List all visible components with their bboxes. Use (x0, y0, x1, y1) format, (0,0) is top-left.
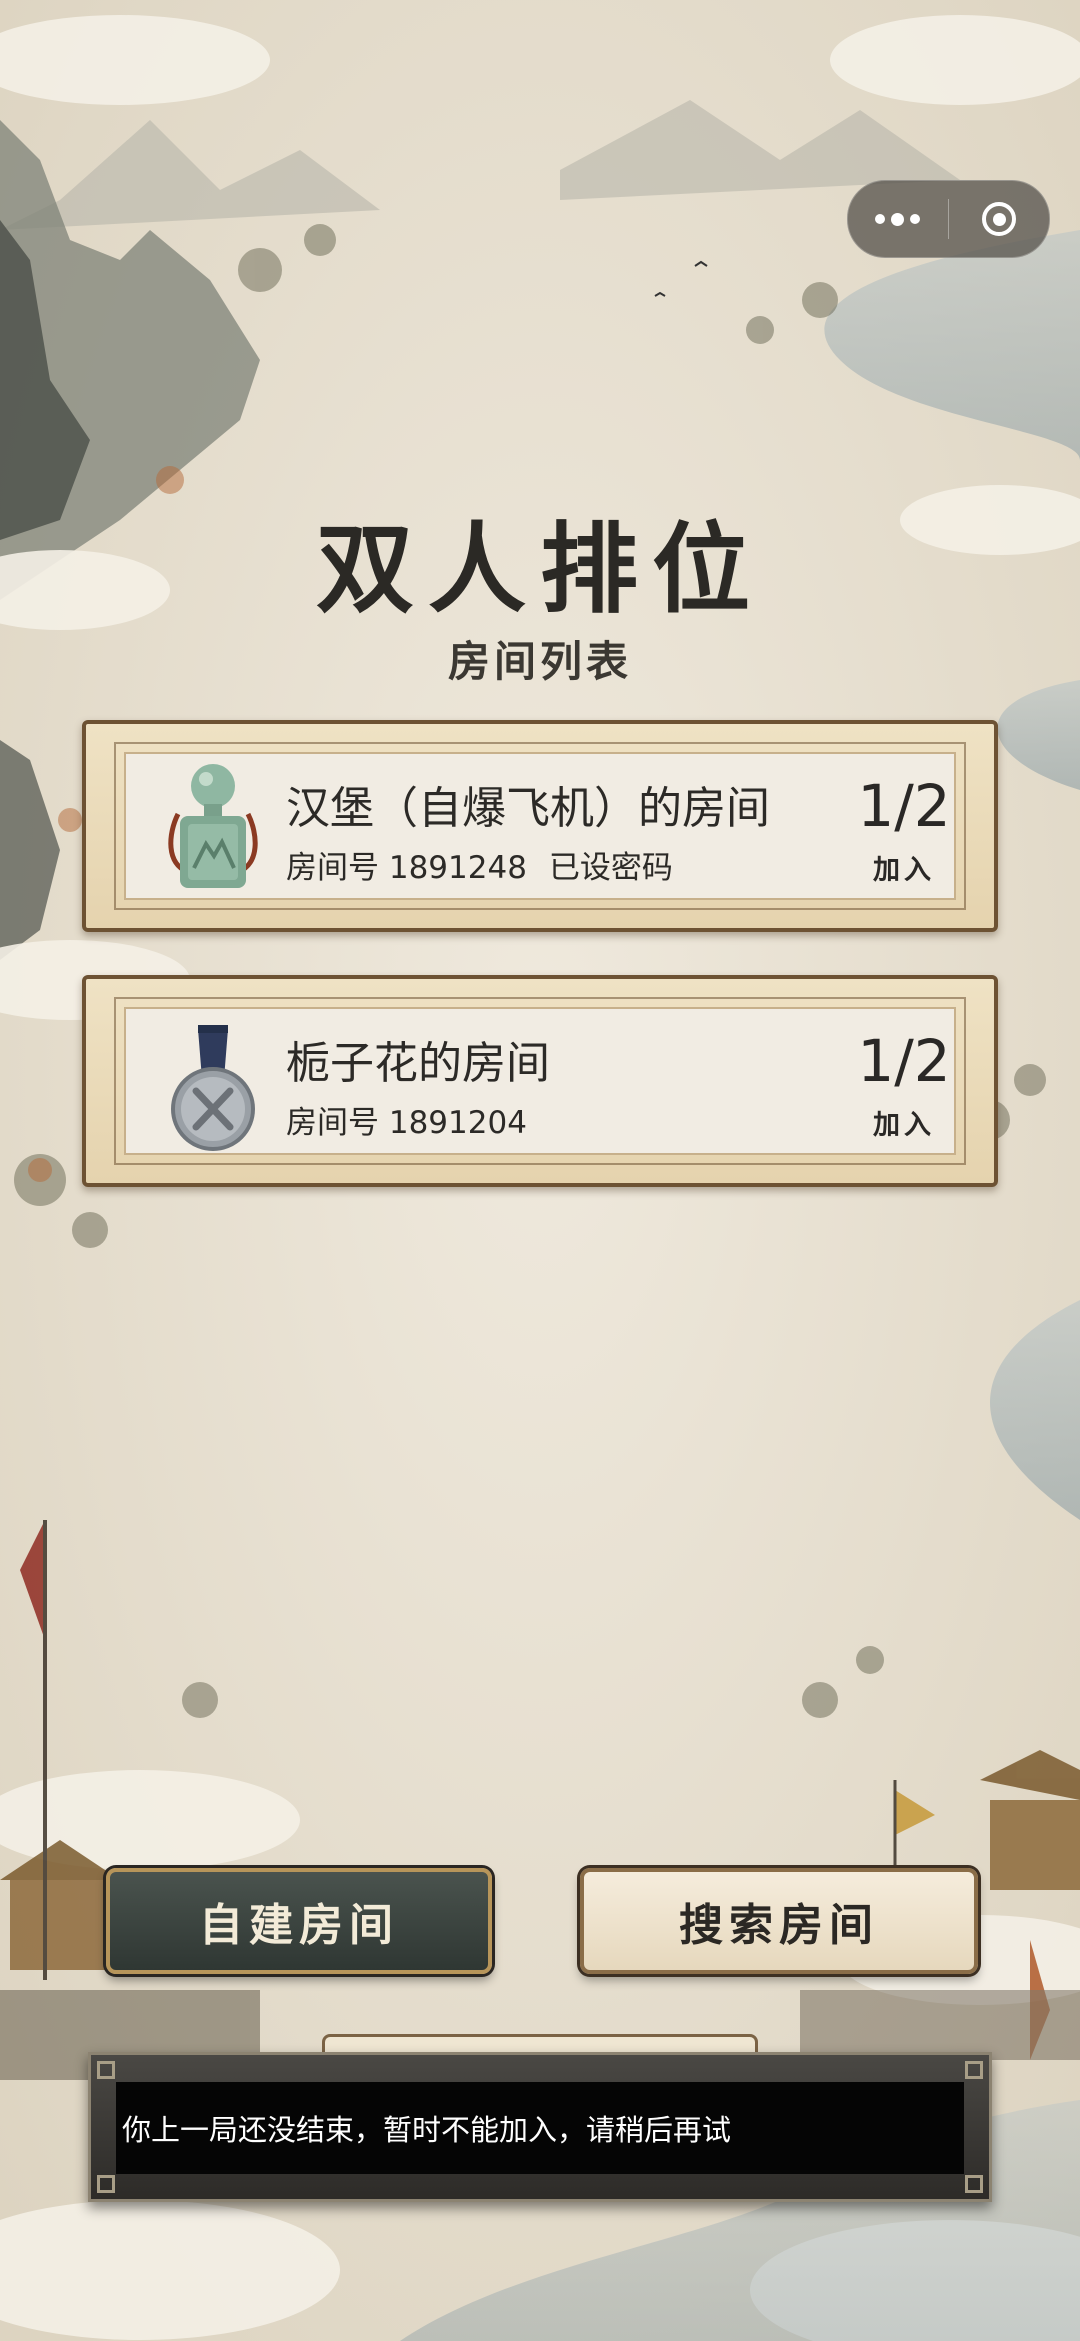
room-card[interactable]: 汉堡（自爆飞机）的房间 房间号 1891248 已设密码 1/2 加入 (82, 720, 998, 932)
room-name: 栀子花的房间 (286, 1038, 550, 1089)
join-button[interactable]: 加入 (844, 1103, 964, 1142)
search-room-button[interactable]: 搜索房间 (580, 1868, 978, 1974)
close-button[interactable] (949, 181, 1049, 257)
room-name: 汉堡（自爆飞机）的房间 (286, 783, 770, 834)
frame-corner (97, 2175, 115, 2193)
create-room-button[interactable]: 自建房间 (106, 1868, 492, 1974)
more-dots-icon (875, 212, 921, 226)
room-card[interactable]: 栀子花的房间 房间号 1891204 1/2 加入 (82, 975, 998, 1187)
room-player-count: 1/2 (857, 772, 951, 840)
frame-corner (965, 2061, 983, 2079)
room-player-count: 1/2 (857, 1027, 951, 1095)
mini-program-capsule (847, 180, 1050, 258)
record-target-icon (982, 202, 1017, 236)
room-number: 房间号 1891204 (286, 1105, 527, 1141)
frame-corner (97, 2061, 115, 2079)
room-meta: 房间号 1891248 已设密码 (286, 842, 673, 887)
password-status: 已设密码 (548, 850, 673, 886)
jade-seal-icon (168, 764, 258, 888)
join-button[interactable]: 加入 (844, 848, 964, 887)
toast: 你上一局还没结束，暂时不能加入，请稍后再试 (116, 2082, 964, 2174)
silver-medal-icon (171, 1025, 255, 1151)
page-title: 双人排位 (315, 512, 764, 627)
toast-message: 你上一局还没结束，暂时不能加入，请稍后再试 (122, 2113, 732, 2147)
room-number: 房间号 1891248 (286, 850, 527, 886)
more-button[interactable] (848, 181, 948, 257)
page-subtitle: 房间列表 (447, 637, 632, 686)
frame-corner (965, 2175, 983, 2193)
room-meta: 房间号 1891204 (286, 1097, 527, 1142)
